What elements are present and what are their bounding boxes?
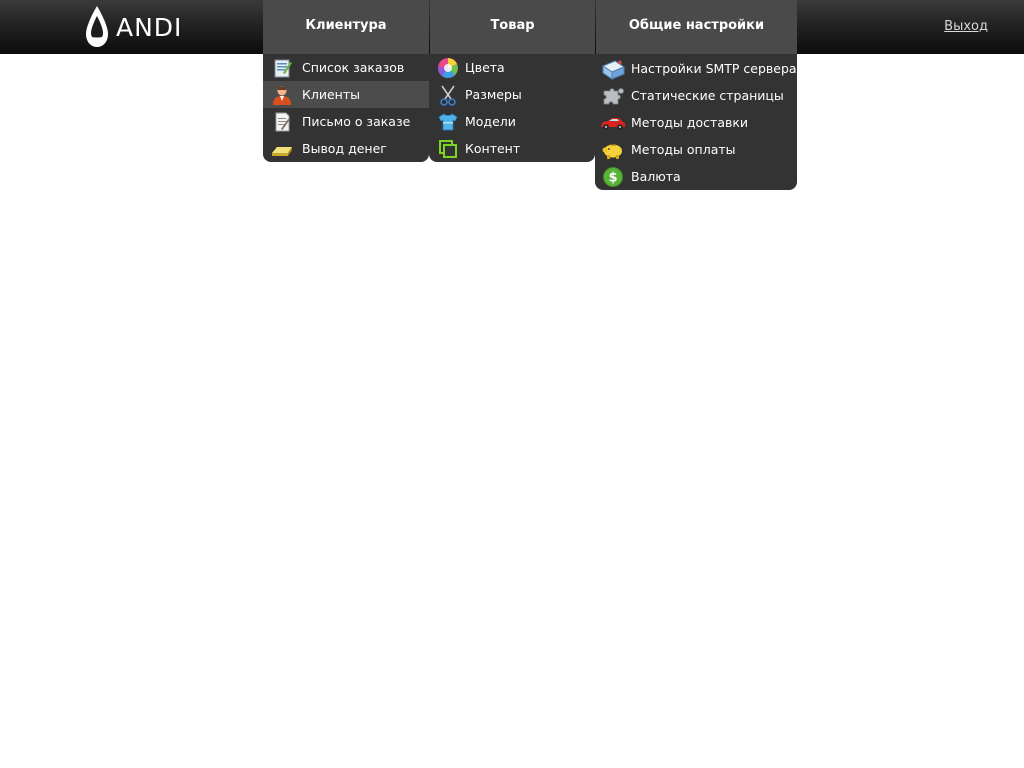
menu-item-currency[interactable]: $ Валюта [595, 163, 797, 190]
clientele-dropdown-menu: Список заказов Клиенты Письмо о заказе В… [263, 54, 429, 162]
general-settings-dropdown-menu: Настройки SMTP сервера Статические стран… [595, 54, 797, 190]
andi-logo[interactable]: ANDI [82, 4, 202, 50]
tshirt-icon [438, 113, 458, 131]
content-copy-icon [439, 140, 457, 158]
puzzle-icon [603, 88, 624, 105]
menu-item-label: Размеры [465, 87, 522, 102]
order-list-icon [274, 59, 292, 78]
menu-item-delivery-methods[interactable]: Методы доставки [595, 109, 797, 136]
menu-item-label: Методы оплаты [631, 142, 736, 157]
dollar-coin-icon: $ [603, 167, 623, 187]
svg-text:$: $ [608, 171, 617, 186]
menu-item-label: Контент [465, 141, 521, 156]
menu-item-smtp-settings[interactable]: Настройки SMTP сервера [595, 55, 797, 82]
menu-item-label: Методы доставки [631, 115, 749, 130]
menu-item-label: Валюта [631, 169, 681, 184]
letter-document-icon [275, 112, 290, 132]
menu-item-colors[interactable]: Цвета [429, 54, 595, 81]
tab-clientele[interactable]: Клиентура [263, 0, 429, 54]
menu-item-models[interactable]: Модели [429, 108, 595, 135]
gold-bar-icon [272, 147, 292, 156]
client-person-icon [273, 86, 291, 105]
menu-item-sizes[interactable]: Размеры [429, 81, 595, 108]
menu-item-order-letter[interactable]: Письмо о заказе [263, 108, 429, 135]
top-navigation-bar: ANDI Клиентура Товар Общие настройки Вых… [0, 0, 1024, 54]
menu-item-label: Модели [465, 114, 516, 129]
menu-item-content[interactable]: Контент [429, 135, 595, 162]
menu-item-label: Клиенты [302, 87, 361, 102]
logout-link[interactable]: Выход [944, 19, 988, 34]
tab-goods[interactable]: Товар [430, 0, 595, 54]
color-wheel-icon [437, 58, 458, 78]
logo-text: ANDI [116, 13, 183, 42]
red-car-icon [601, 118, 625, 130]
menu-item-label: Письмо о заказе [302, 114, 411, 129]
menu-item-clients[interactable]: Клиенты [263, 81, 429, 108]
menu-item-label: Список заказов [302, 60, 405, 75]
menu-item-label: Статические страницы [631, 88, 784, 103]
menu-item-order-list[interactable]: Список заказов [263, 54, 429, 81]
menu-item-label: Цвета [465, 60, 505, 75]
tab-general-settings[interactable]: Общие настройки [596, 0, 797, 54]
water-drop-logo-icon [86, 6, 108, 47]
menu-item-payment-methods[interactable]: Методы оплаты [595, 136, 797, 163]
scissors-icon [440, 85, 456, 106]
menu-item-static-pages[interactable]: Статические страницы [595, 82, 797, 109]
piggy-bank-icon [602, 144, 622, 159]
menu-item-label: Вывод денег [302, 141, 387, 156]
smtp-mail-icon [601, 60, 626, 80]
menu-item-label: Настройки SMTP сервера [631, 61, 797, 76]
menu-item-withdraw-money[interactable]: Вывод денег [263, 135, 429, 162]
goods-dropdown-menu: Цвета Размеры Модели Контент [429, 54, 595, 162]
